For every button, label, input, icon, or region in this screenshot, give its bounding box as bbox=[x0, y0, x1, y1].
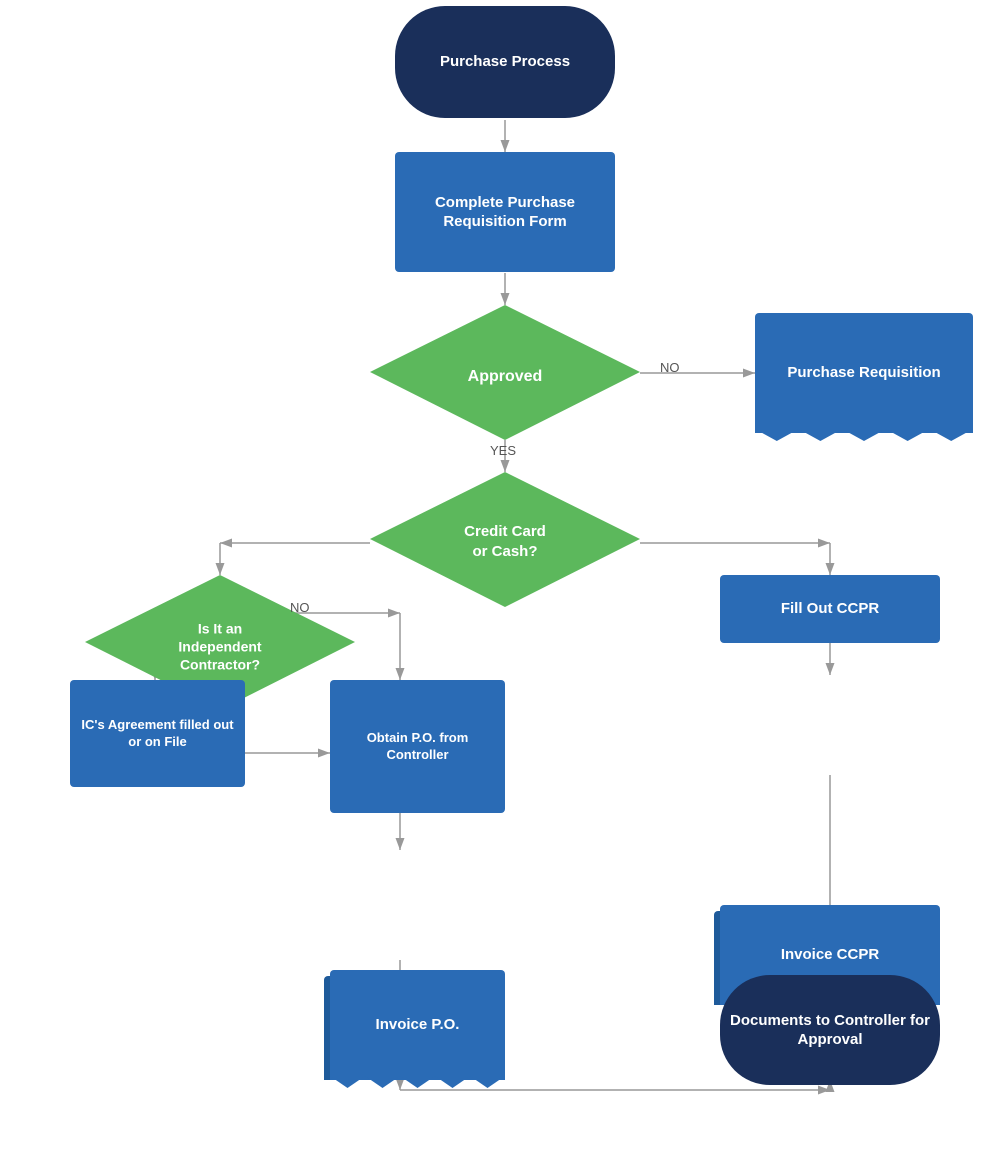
docs-controller-node: Documents to Controller for Approval bbox=[720, 975, 940, 1085]
purchase-req-node: Purchase Requisition bbox=[755, 313, 973, 433]
fill-ccpr-node: Fill Out CCPR bbox=[720, 575, 940, 643]
yes-label-approved: YES bbox=[490, 443, 516, 458]
invoice-ccpr-label: Invoice CCPR bbox=[775, 939, 885, 971]
svg-text:or Cash?: or Cash? bbox=[472, 543, 537, 560]
svg-text:Contractor?: Contractor? bbox=[180, 657, 260, 673]
docs-controller-label: Documents to Controller for Approval bbox=[720, 1005, 940, 1056]
start-node: Purchase Process bbox=[395, 6, 615, 118]
purchase-req-label: Purchase Requisition bbox=[781, 357, 946, 389]
invoice-po-label: Invoice P.O. bbox=[370, 1009, 466, 1041]
svg-text:Credit Card: Credit Card bbox=[464, 523, 546, 540]
svg-text:Is It an: Is It an bbox=[198, 621, 242, 637]
fill-ccpr-label: Fill Out CCPR bbox=[775, 593, 885, 625]
approved-diamond-svg: Approved bbox=[370, 305, 640, 440]
approved-node: Approved bbox=[370, 305, 640, 440]
ic-agreement-label: IC's Agreement filled out or on File bbox=[70, 711, 245, 757]
credit-card-cash-node: Credit Card or Cash? bbox=[370, 472, 640, 607]
complete-form-node: Complete Purchase Requisition Form bbox=[395, 152, 615, 272]
obtain-po-node: Obtain P.O. from Controller bbox=[330, 680, 505, 813]
svg-text:Independent: Independent bbox=[178, 639, 262, 655]
credit-card-cash-svg: Credit Card or Cash? bbox=[370, 472, 640, 607]
flowchart: Purchase Process Complete Purchase Requi… bbox=[0, 0, 1000, 1155]
svg-text:Approved: Approved bbox=[468, 368, 543, 385]
no-label-independent: NO bbox=[290, 600, 310, 615]
no-label-approved: NO bbox=[660, 360, 680, 375]
obtain-po-label: Obtain P.O. from Controller bbox=[330, 724, 505, 770]
complete-form-label: Complete Purchase Requisition Form bbox=[395, 187, 615, 238]
start-label: Purchase Process bbox=[434, 46, 576, 78]
invoice-po-node: Invoice P.O. bbox=[330, 970, 505, 1080]
ic-agreement-node: IC's Agreement filled out or on File bbox=[70, 680, 245, 787]
